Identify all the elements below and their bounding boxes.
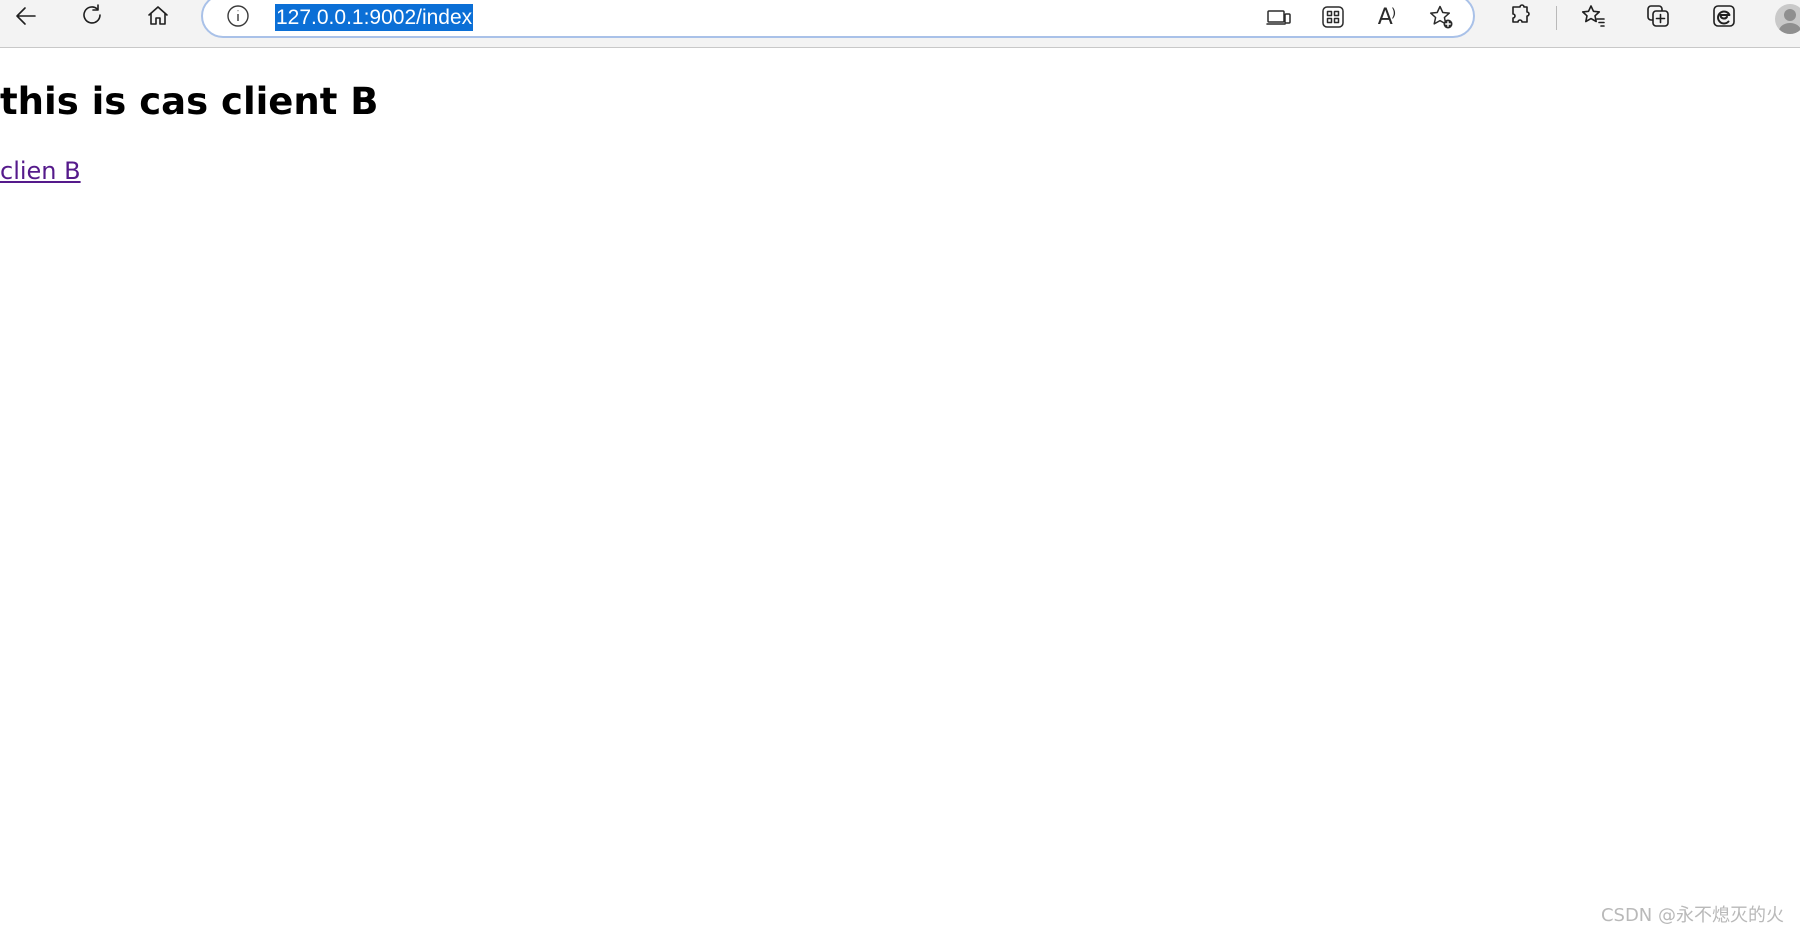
collections-icon (1645, 3, 1671, 33)
favorites-icon (1580, 3, 1606, 33)
csdn-watermark: CSDN @永不熄灭的火 (1600, 905, 1784, 926)
back-button[interactable] (6, 1, 46, 35)
avatar-head (1784, 9, 1796, 21)
address-bar[interactable]: 127.0.0.1:9002/index A⁾ (201, 0, 1475, 38)
back-arrow-icon (13, 3, 39, 33)
extensions-button[interactable] (1500, 1, 1540, 35)
read-aloud-glyph: A⁾ (1377, 4, 1397, 30)
reload-button[interactable] (72, 1, 112, 35)
browser-toolbar: 127.0.0.1:9002/index A⁾ (0, 0, 1800, 48)
favorites-button[interactable] (1573, 1, 1613, 35)
page-title: this is cas client B (0, 80, 379, 123)
home-icon (145, 3, 171, 33)
toolbar-divider (1556, 6, 1557, 30)
add-favorite-icon[interactable] (1425, 1, 1457, 33)
page-content: this is cas client B clien B CSDN @永不熄灭的… (0, 48, 1800, 945)
edge-icon (1711, 3, 1737, 33)
app-available-icon[interactable] (1263, 1, 1295, 33)
client-b-link[interactable]: clien B (0, 156, 81, 186)
read-aloud-icon[interactable]: A⁾ (1370, 1, 1402, 33)
url-text[interactable]: 127.0.0.1:9002/index (275, 4, 474, 31)
apps-grid-icon[interactable] (1317, 1, 1349, 33)
home-button[interactable] (138, 1, 178, 35)
reload-icon (79, 3, 105, 33)
avatar-body (1779, 23, 1800, 34)
collections-button[interactable] (1638, 1, 1678, 35)
edge-button[interactable] (1704, 1, 1744, 35)
profile-avatar-icon[interactable] (1775, 4, 1800, 34)
info-icon[interactable] (225, 3, 251, 29)
extensions-icon (1507, 3, 1533, 33)
